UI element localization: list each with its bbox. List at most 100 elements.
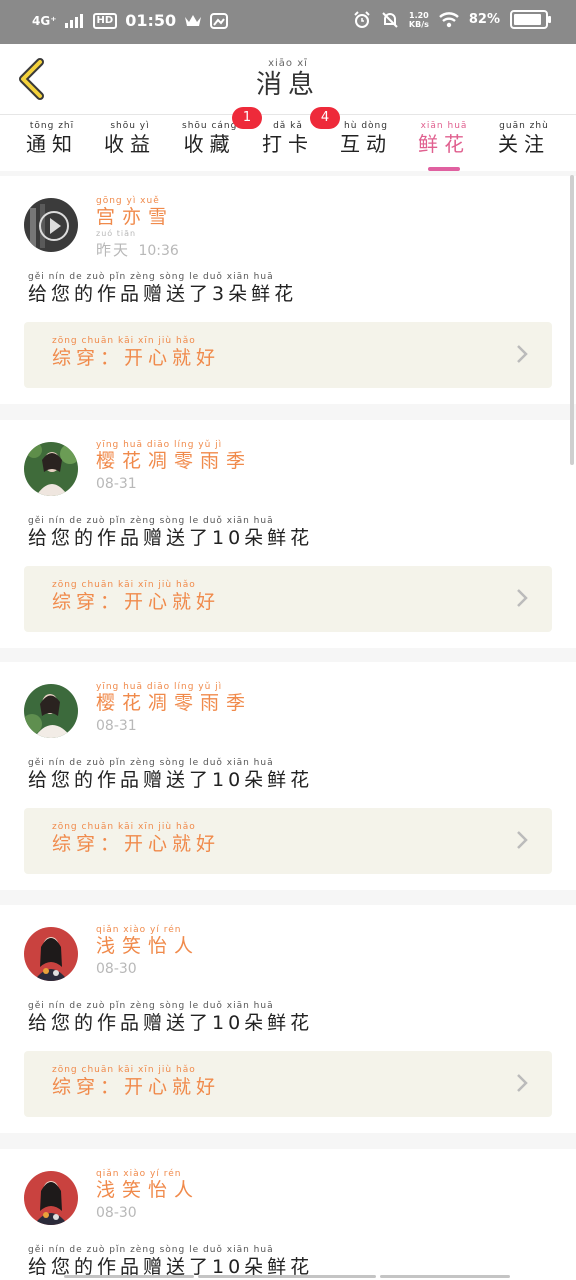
page-title-text: 消息 (255, 70, 320, 100)
message-content: 给您的作品赠送了3朵鲜花 (28, 283, 298, 305)
tab-pinyin: xiān huā (420, 121, 468, 131)
tab-label: 通知 (26, 132, 78, 156)
list-item[interactable]: qiǎn xiào yí rén 浅笑怡人 08-30 gěi nín de z… (0, 1149, 576, 1280)
message-content: 给您的作品赠送了10朵鲜花 (28, 1012, 314, 1034)
work-link[interactable]: zōng chuān kāi xīn jiù hǎo 综穿：开心就好 (24, 1051, 552, 1117)
user-name-pinyin: qiǎn xiào yí rén (96, 925, 182, 935)
user-name[interactable]: qiǎn xiào yí rén 浅笑怡人 (96, 1169, 200, 1201)
tab-label: 互动 (340, 132, 392, 156)
crown-icon (185, 14, 202, 26)
user-name[interactable]: gōng yì xuě 宫亦雪 (96, 196, 174, 228)
wifi-icon (439, 11, 459, 27)
work-link[interactable]: zōng chuān kāi xīn jiù hǎo 综穿：开心就好 (24, 808, 552, 874)
chevron-right-icon (517, 1074, 528, 1092)
user-name-pinyin: yīng huā diāo líng yǔ jì (96, 682, 223, 692)
chevron-right-icon (517, 831, 528, 849)
work-link[interactable]: zōng chuān kāi xīn jiù hǎo 综穿：开心就好 (24, 322, 552, 388)
timestamp: 08-31 (96, 476, 137, 492)
avatar[interactable] (24, 198, 78, 252)
user-name[interactable]: qiǎn xiào yí rén 浅笑怡人 (96, 925, 200, 957)
timestamp: zuó tiān 昨天 10:36 (96, 228, 179, 260)
gallery-icon (210, 12, 229, 29)
tab-pinyin: hù dòng (344, 121, 388, 131)
message-pinyin: gěi nín de zuò pǐn zèng sòng le duǒ xiān… (28, 758, 274, 768)
tab-checkin[interactable]: dǎ kǎ 打卡 (262, 121, 314, 157)
message-text: gěi nín de zuò pǐn zèng sòng le duǒ xiān… (28, 272, 297, 306)
list-item[interactable]: yīng huā diāo líng yǔ jì 樱花凋零雨季 08-31 gě… (0, 420, 576, 648)
tab-pinyin: tōng zhī (29, 121, 75, 131)
message-text: gěi nín de zuò pǐn zèng sòng le duǒ xiān… (28, 758, 313, 792)
avatar[interactable] (24, 684, 78, 738)
work-pinyin: zōng chuān kāi xīn jiù hǎo (52, 580, 196, 590)
timestamp: 08-31 (96, 718, 137, 734)
tab-following[interactable]: guān zhù 关注 (498, 121, 550, 157)
list-item[interactable]: gōng yì xuě 宫亦雪 zuó tiān 昨天 10:36 gěi ní… (0, 176, 576, 404)
tab-notice[interactable]: tōng zhī 通知 (26, 121, 78, 157)
chevron-right-icon (517, 345, 528, 363)
chevron-right-icon (517, 589, 528, 607)
tab-favorites[interactable]: shōu cáng 收藏 (182, 121, 237, 157)
tab-earnings[interactable]: shōu yì 收益 (104, 121, 156, 157)
message-pinyin: gěi nín de zuò pǐn zèng sòng le duǒ xiān… (28, 1001, 274, 1011)
user-name-text: 浅笑怡人 (96, 1179, 201, 1201)
mute-bell-icon (382, 11, 398, 28)
work-title: 综穿：开心就好 (52, 1076, 221, 1098)
tab-pinyin: shōu yì (110, 121, 150, 131)
tab-label: 收藏 (183, 132, 236, 156)
alarm-icon (354, 10, 370, 28)
scrollbar[interactable] (570, 175, 574, 465)
message-pinyin: gěi nín de zuò pǐn zèng sòng le duǒ xiān… (28, 516, 274, 526)
user-name-text: 樱花凋零雨季 (96, 692, 253, 714)
work-title: 综穿：开心就好 (52, 833, 221, 855)
battery-percent: 82% (468, 12, 500, 27)
tab-label: 打卡 (262, 132, 314, 156)
work-title: 综穿：开心就好 (52, 347, 221, 369)
clock-text: 01:50 (125, 11, 177, 30)
status-bar: 4G⁺ HD 01:50 1.20 KB/s 82% (0, 0, 576, 44)
user-name-pinyin: qiǎn xiào yí rén (96, 1169, 182, 1179)
net-speed: 1.20 KB/s (408, 10, 429, 29)
header: xiāo xī 消息 (0, 44, 576, 115)
timestamp-pinyin: zuó tiān (96, 229, 137, 238)
work-title: 综穿：开心就好 (52, 591, 221, 613)
message-pinyin: gěi nín de zuò pǐn zèng sòng le duǒ xiān… (28, 272, 274, 282)
timestamp: 08-30 (96, 1205, 137, 1221)
work-pinyin: zōng chuān kāi xīn jiù hǎo (52, 822, 196, 832)
signal-icon (64, 13, 83, 28)
message-pinyin: gěi nín de zuò pǐn zèng sòng le duǒ xiān… (28, 1245, 274, 1255)
avatar[interactable] (24, 442, 78, 496)
user-name[interactable]: yīng huā diāo líng yǔ jì 樱花凋零雨季 (96, 440, 252, 472)
avatar[interactable] (24, 927, 78, 981)
tab-pinyin: shōu cáng (182, 121, 238, 131)
gesture-bar (64, 1275, 194, 1278)
tab-flowers[interactable]: xiān huā 鲜花 (418, 121, 470, 171)
work-link[interactable]: zōng chuān kāi xīn jiù hǎo 综穿：开心就好 (24, 566, 552, 632)
user-name-text: 浅笑怡人 (96, 935, 201, 957)
page-title-pinyin: xiāo xī (268, 58, 308, 69)
list-item[interactable]: yīng huā diāo líng yǔ jì 樱花凋零雨季 08-31 gě… (0, 662, 576, 890)
favorites-badge: 1 (232, 107, 262, 129)
message-text: gěi nín de zuò pǐn zèng sòng le duǒ xiān… (28, 1245, 313, 1279)
list-item[interactable]: qiǎn xiào yí rén 浅笑怡人 08-30 gěi nín de z… (0, 905, 576, 1133)
gesture-bar (380, 1275, 510, 1278)
tab-interaction[interactable]: hù dòng 互动 (340, 121, 392, 157)
tab-label: 关注 (498, 132, 550, 156)
network-indicator: 4G⁺ (32, 13, 57, 28)
tab-label: 收益 (104, 132, 156, 156)
hd-icon: HD (92, 12, 118, 29)
checkin-badge: 4 (310, 107, 340, 129)
timestamp-time: 10:36 (138, 243, 179, 259)
work-pinyin: zōng chuān kāi xīn jiù hǎo (52, 336, 196, 346)
user-name-text: 宫亦雪 (96, 206, 175, 228)
tab-pinyin: guān zhù (499, 121, 549, 131)
active-tab-indicator (428, 167, 460, 171)
user-name[interactable]: yīng huā diāo líng yǔ jì 樱花凋零雨季 (96, 682, 252, 714)
timestamp-day: 昨天 (96, 241, 131, 259)
avatar[interactable] (24, 1171, 78, 1225)
tab-pinyin: dǎ kǎ (273, 121, 303, 131)
user-name-pinyin: yīng huā diāo líng yǔ jì (96, 440, 223, 450)
tab-label: 鲜花 (418, 132, 470, 156)
timestamp: 08-30 (96, 961, 137, 977)
work-pinyin: zōng chuān kāi xīn jiù hǎo (52, 1065, 196, 1075)
message-text: gěi nín de zuò pǐn zèng sòng le duǒ xiān… (28, 516, 313, 550)
